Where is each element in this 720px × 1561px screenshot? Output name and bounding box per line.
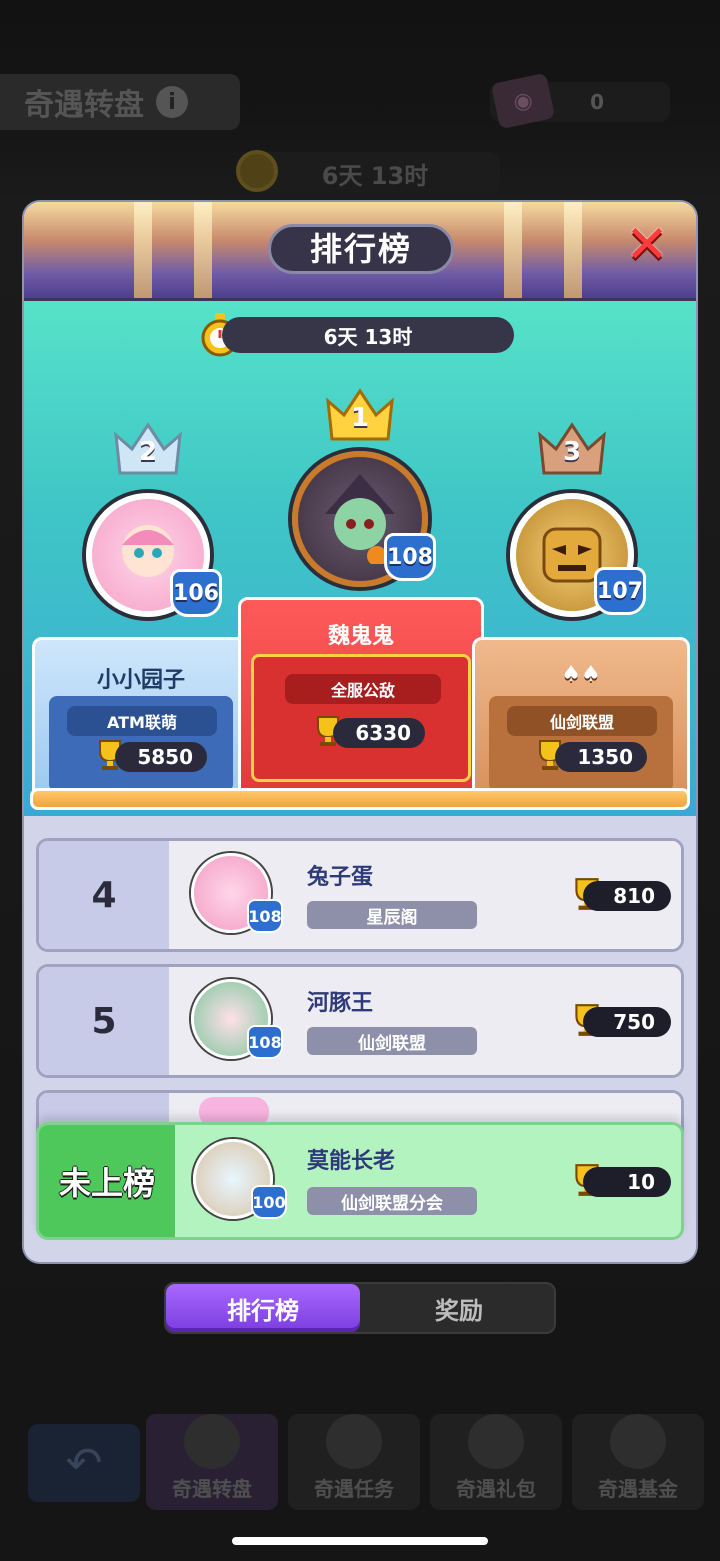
tab-bar: 排行榜 奖励 xyxy=(164,1282,556,1334)
podium-third[interactable]: ♠♠ 仙剑联盟 1350 xyxy=(472,637,690,795)
podium-base xyxy=(30,788,690,810)
level-badge: 108 xyxy=(247,1025,283,1059)
podium-place-2: 2 xyxy=(138,437,158,467)
player-name: ♠♠ xyxy=(561,662,601,687)
modal-header: 排行榜 ✕ xyxy=(24,202,696,298)
podium-second[interactable]: 小小园子 ATM联萌 5850 xyxy=(32,637,250,795)
pillar-decoration xyxy=(134,202,152,298)
trophy-score: 5850 xyxy=(115,742,207,772)
silver-crown-icon: 2 xyxy=(112,421,184,477)
modal-title: 排行榜 xyxy=(268,224,454,274)
trophy-score: 10 xyxy=(583,1167,671,1197)
podium-area: 6天 13时 2 1 3 106 108 107 小小园子 ATM联萌 5850… xyxy=(24,298,696,816)
home-indicator[interactable] xyxy=(232,1537,488,1545)
guild-tag: 全服公敌 xyxy=(285,674,441,704)
level-badge: 108 xyxy=(384,533,436,581)
guild-tag: 星辰阁 xyxy=(307,901,477,929)
guild-tag: 仙剑联盟 xyxy=(507,706,657,736)
list-item[interactable]: 4 108 兔子蛋 星辰阁 810 xyxy=(36,838,684,952)
guild-tag: 仙剑联盟 xyxy=(307,1027,477,1055)
info-icon: i xyxy=(156,86,188,118)
nav-item-fund[interactable]: 奇遇基金 xyxy=(572,1414,704,1510)
wheel-icon xyxy=(184,1414,240,1469)
podium-place-1: 1 xyxy=(350,403,370,433)
gift-icon xyxy=(468,1414,524,1469)
nav-item-gifts[interactable]: 奇遇礼包 xyxy=(430,1414,562,1510)
player-name: 小小园子 xyxy=(96,668,185,693)
player-name: 河豚王 xyxy=(307,991,374,1016)
pillar-decoration xyxy=(564,202,582,298)
list-item[interactable]: 5 108 河豚王 仙剑联盟 750 xyxy=(36,964,684,1078)
level-badge: 100 xyxy=(251,1185,287,1219)
ticket-count: 0 xyxy=(590,90,604,114)
nav-item-wheel[interactable]: 奇遇转盘 xyxy=(146,1414,278,1510)
guild-tag: ATM联萌 xyxy=(67,706,217,736)
trophy-score: 750 xyxy=(583,1007,671,1037)
shield-icon xyxy=(610,1414,666,1469)
nav-label: 奇遇礼包 xyxy=(456,1477,536,1501)
trophy-score: 810 xyxy=(583,881,671,911)
event-timer-text: 6天 13时 xyxy=(323,324,413,349)
level-badge: 108 xyxy=(247,899,283,933)
my-rank-status: 未上榜 xyxy=(39,1125,175,1237)
background-timer-text: 6天 13时 xyxy=(321,161,429,190)
player-name: 莫能长老 xyxy=(307,1149,396,1174)
event-timer: 6天 13时 xyxy=(222,317,514,353)
guild-tag: 仙剑联盟分会 xyxy=(307,1187,477,1215)
pillar-decoration xyxy=(194,202,212,298)
close-icon[interactable]: ✕ xyxy=(622,219,672,271)
player-name: 兔子蛋 xyxy=(307,865,374,890)
clipboard-icon xyxy=(326,1414,382,1469)
podium-place-3: 3 xyxy=(562,437,582,467)
background-timer: 6天 13时 xyxy=(250,152,500,194)
trophy-score: 6330 xyxy=(333,718,425,748)
bronze-crown-icon: 3 xyxy=(536,421,608,477)
rank-number: 4 xyxy=(39,841,169,949)
trophy-score: 1350 xyxy=(555,742,647,772)
nav-label: 奇遇任务 xyxy=(314,1477,394,1501)
nav-label: 奇遇转盘 xyxy=(172,1477,252,1501)
tab-leaderboard[interactable]: 排行榜 xyxy=(166,1284,360,1332)
tab-rewards[interactable]: 奖励 xyxy=(362,1284,556,1332)
background-title: 奇遇转盘 i xyxy=(0,74,240,130)
ranking-list: 4 108 兔子蛋 星辰阁 810 5 108 河豚王 仙剑联盟 750 未上榜… xyxy=(24,816,696,1262)
my-rank-row[interactable]: 未上榜 100 莫能长老 仙剑联盟分会 10 xyxy=(36,1122,684,1240)
level-badge: 106 xyxy=(170,569,222,617)
nav-item-tasks[interactable]: 奇遇任务 xyxy=(288,1414,420,1510)
level-badge: 107 xyxy=(594,567,646,615)
background-title-text: 奇遇转盘 xyxy=(24,88,144,123)
stopwatch-icon xyxy=(236,150,278,192)
back-arrow-icon[interactable]: ↶ xyxy=(28,1424,140,1502)
pillar-decoration xyxy=(504,202,522,298)
player-name: 魏鬼鬼 xyxy=(327,624,394,649)
leaderboard-modal: 排行榜 ✕ 6天 13时 2 1 3 106 108 107 小小园子 ATM联… xyxy=(24,202,696,1262)
gold-crown-icon: 1 xyxy=(324,387,396,443)
rank-number: 5 xyxy=(39,967,169,1075)
podium-first[interactable]: 魏鬼鬼 全服公敌 6330 xyxy=(238,597,484,795)
nav-label: 奇遇基金 xyxy=(598,1477,678,1501)
